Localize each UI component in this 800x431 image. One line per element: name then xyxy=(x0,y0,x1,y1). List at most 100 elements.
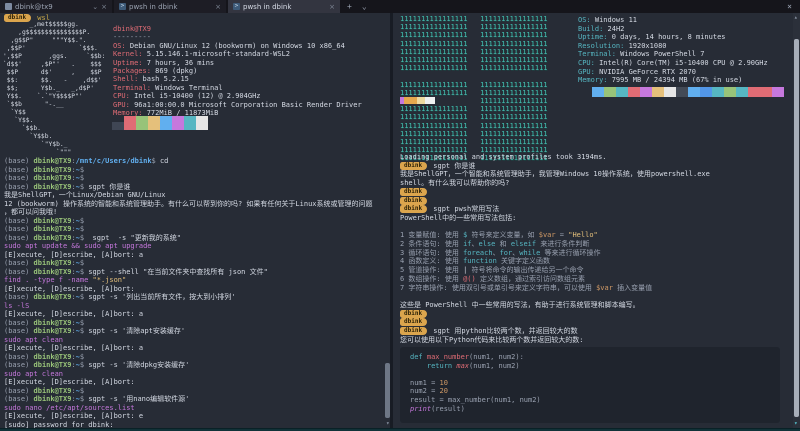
fetch-field: CPU: Intel(R) Core(TM) i5-10400 CPU @ 2.… xyxy=(578,59,768,68)
fetch-field: Shell: bash 5.2.15 xyxy=(113,75,362,83)
text-segment: dbink@TX9 xyxy=(34,174,72,182)
text-segment: (base) xyxy=(4,353,34,361)
text-segment: result = max_number(num1, num2) xyxy=(410,396,541,404)
text-segment: NVIDIA GeForce RTX 2070 xyxy=(599,68,696,76)
left-scrollbar-thumb[interactable] xyxy=(385,363,390,418)
terminal-line: 2 条件语句: 使用 if、else 和 elseif 来进行条件判断 xyxy=(400,240,710,249)
text-segment: 、 xyxy=(493,249,500,257)
palette-block xyxy=(616,87,628,97)
text-segment: sgpt -s '列出当前所有文件，按大到小排列' xyxy=(88,293,235,301)
text-segment: Terminal: xyxy=(578,50,620,58)
text-segment: 1920x1080 xyxy=(629,42,667,50)
tab-pwsh-in-dbink[interactable]: >pwsh in dbink× xyxy=(114,0,226,13)
fetch-field: Resolution: 1920x1080 xyxy=(578,42,768,51)
palette-block xyxy=(760,87,772,97)
terminal-line: [E]xecute, [D]escribe, [A]bort: a xyxy=(4,310,373,319)
tab-close-icon[interactable]: × xyxy=(329,3,335,11)
terminal-line: (base) dbink@TX9:~$ sgpt -s '清除dpkg安装缓存' xyxy=(4,361,373,370)
window-close-button[interactable]: × xyxy=(787,0,792,13)
prompt-badge: dbink xyxy=(400,205,427,213)
palette-block xyxy=(772,87,784,97)
terminal-line: (base) dbink@TX9:~$ sgpt -s "更新我的系统" xyxy=(4,234,373,243)
text-segment: Windows Terminal xyxy=(155,84,222,92)
text-segment: sgpt pwsh常用写法 xyxy=(429,205,499,213)
text-segment: 2 条件语句: 使用 xyxy=(400,240,463,248)
fetch-separator: --------- xyxy=(113,33,362,41)
text-segment: 符号来定义变量，如 xyxy=(467,231,538,239)
tab-dropdown-button[interactable]: ⌄ xyxy=(357,0,372,13)
text-segment: $ xyxy=(80,234,93,242)
terminal-line: 4 函数定义: 使用 function 关键字定义函数 xyxy=(400,257,710,266)
text-segment: Packages: xyxy=(113,67,155,75)
text-segment: 定义数组，通过索引访问数组元素 xyxy=(476,275,585,283)
text-segment: sudo apt update && sudo apt upgrade xyxy=(4,242,152,250)
right-scrollbar-up-icon[interactable]: ▴ xyxy=(794,14,798,22)
text-segment: dbink@TX9 xyxy=(34,353,72,361)
palette-block xyxy=(148,116,160,130)
text-segment: (base) xyxy=(4,157,34,165)
prompt-badge: dbink xyxy=(400,327,427,335)
text-segment: for xyxy=(500,249,513,257)
terminal-line: Loading personal and system profiles too… xyxy=(400,153,710,162)
text-segment: 来进行条件判断 xyxy=(536,240,589,248)
tab-close-icon[interactable]: × xyxy=(215,3,221,11)
tab-pwsh-in-dbink[interactable]: >pwsh in dbink× xyxy=(228,0,340,13)
text-segment: 符号将命令的输出传递给另一个命令 xyxy=(467,266,583,274)
text-segment: sudo nano /etc/apt/sources.list xyxy=(4,404,135,412)
text-segment: CPU: xyxy=(578,59,599,67)
terminal-line: find . -type f -name "*.json" xyxy=(4,276,373,285)
text-segment: Memory: xyxy=(578,76,612,84)
text-segment: 我是ShellGPT，一个Linux/Debian GNU/Linux xyxy=(4,191,165,199)
text-segment: $ xyxy=(152,157,160,165)
terminal-line: [sudo] password for dbink: xyxy=(4,421,373,429)
text-segment: (base) xyxy=(4,319,34,327)
right-pane-pwsh[interactable]: 1111111111111111 1111111111111111 111111… xyxy=(393,13,793,428)
pwsh-tab-icon: > xyxy=(233,3,240,10)
text-segment: $ xyxy=(80,217,84,225)
text-segment: [sudo] password for dbink: xyxy=(4,421,114,429)
text-segment: ，都可以问我哦! xyxy=(4,208,57,216)
new-tab-button[interactable]: + xyxy=(342,0,357,13)
terminal-line: 这些是 PowerShell 中一些常用的写法，有助于进行系统管理和脚本编写。 xyxy=(400,301,710,310)
right-scrollbar-down-icon[interactable]: ▾ xyxy=(794,420,798,428)
text-segment: dbink@TX9 xyxy=(34,268,72,276)
tab-close-icon[interactable]: × xyxy=(101,3,107,11)
left-pane-wsl-bash[interactable]: dbink wsl _,met$$$$$gg. ,g$$$$$$$$$$$$$$… xyxy=(0,13,390,428)
text-segment: 这些是 PowerShell 中一些常用的写法，有助于进行系统管理和脚本编写。 xyxy=(400,301,640,309)
text-segment: (base) xyxy=(4,361,34,369)
palette-block xyxy=(184,116,196,130)
linux-tab-icon xyxy=(5,3,12,10)
text-segment: $ xyxy=(80,319,84,327)
palette-block xyxy=(592,87,604,97)
palette-block xyxy=(640,87,652,97)
fetch-field: OS: Debian GNU/Linux 12 (bookworm) on Wi… xyxy=(113,42,362,50)
text-segment: 7 字符串操作: 使用双引号或单引号来定义字符串，可以使用 xyxy=(400,284,596,292)
text-segment: 和 xyxy=(495,240,510,248)
text-segment: dbink@TX9 xyxy=(34,157,72,165)
text-segment: dbink@TX9 xyxy=(34,387,72,395)
palette-block xyxy=(628,87,640,97)
text-segment: sgpt 你是谁 xyxy=(88,183,130,191)
text-segment: dbink@TX9 xyxy=(34,293,72,301)
terminal-line: (base) dbink@TX9:~$ sgpt 你是谁 xyxy=(4,183,373,192)
tab-dbink-tx9[interactable]: dbink@tx9⌄× xyxy=(0,0,112,13)
text-segment: num2 = xyxy=(410,387,440,395)
right-scrollbar-thumb[interactable] xyxy=(794,39,799,417)
text-segment: max xyxy=(456,362,469,370)
text-segment: Intel i5-10400 (12) @ 2.904GHz xyxy=(134,92,260,100)
fetch-title: dbink@TX9 xyxy=(113,25,362,33)
text-segment: dbink@TX9 xyxy=(34,234,72,242)
terminal-line: (base) dbink@TX9:~$ sgpt -s '用nano编辑软件源' xyxy=(4,395,373,404)
text-segment: 7995 MB / 24394 MB (67% in use) xyxy=(612,76,743,84)
text-segment: Resolution: xyxy=(578,42,629,50)
text-segment: sgpt --shell "在当前文件夹中查找所有 json 文件" xyxy=(88,268,268,276)
palette-block xyxy=(700,87,712,97)
text-segment: (base) xyxy=(4,268,34,276)
text-segment: 4 函数定义: 使用 xyxy=(400,257,463,265)
palette-block xyxy=(124,116,136,130)
palette-block xyxy=(736,87,748,97)
terminal-line: 我是ShellGPT，一个智能和系统管理助手，我管理Windows 10操作系统… xyxy=(400,170,710,179)
text-segment: dbink@TX9 xyxy=(34,361,72,369)
prompt-badge: dbink xyxy=(400,318,427,326)
text-segment: dbink@TX9 xyxy=(113,25,151,33)
